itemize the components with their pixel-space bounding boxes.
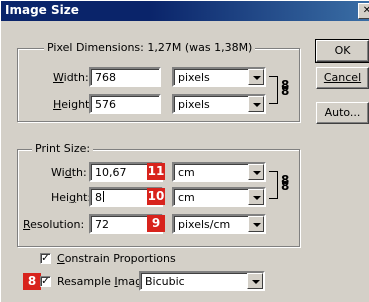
pixel-height-unit: pixels	[178, 98, 210, 111]
print-height-unit: cm	[178, 191, 195, 204]
chain-link-icon: 88	[281, 78, 290, 98]
chevron-down-icon[interactable]	[248, 96, 264, 112]
resolution-unit-select[interactable]: pixels/cm	[172, 214, 266, 234]
constrain-proportions-label: Constrain Proportions	[57, 252, 176, 265]
pixel-width-unit: pixels	[178, 71, 210, 84]
print-height-label: Height:	[51, 191, 92, 204]
close-icon: ✕	[362, 5, 369, 16]
dialog-title: Image Size	[5, 3, 79, 17]
pixel-width-input[interactable]: 768	[89, 67, 161, 87]
badge-10: 10	[147, 188, 165, 205]
pixel-dimensions-legend: Pixel Dimensions: 1,27M (was 1,38M)	[44, 41, 256, 54]
pixel-height-input[interactable]: 576	[89, 94, 161, 114]
print-height-value: 8	[95, 191, 102, 204]
print-height-unit-select[interactable]: cm	[172, 187, 266, 207]
resolution-unit: pixels/cm	[178, 218, 231, 231]
title-bar[interactable]: Image Size ✕	[1, 1, 369, 21]
pixel-height-unit-select[interactable]: pixels	[172, 94, 266, 114]
chevron-down-icon[interactable]	[248, 69, 264, 85]
resample-method: Bicubic	[145, 275, 185, 288]
auto-label: Auto...	[324, 106, 361, 119]
cancel-button[interactable]: Cancel	[316, 67, 369, 89]
chain-link-icon: 88	[281, 173, 290, 193]
chevron-down-icon[interactable]	[248, 164, 264, 180]
print-width-unit: cm	[178, 166, 195, 179]
auto-button[interactable]: Auto...	[316, 102, 369, 124]
badge-8: 8	[23, 273, 41, 290]
print-size-legend: Print Size:	[32, 142, 94, 155]
close-button[interactable]: ✕	[358, 3, 369, 19]
resample-method-select[interactable]: Bicubic	[139, 271, 265, 291]
text-cursor	[103, 191, 104, 202]
chevron-down-icon[interactable]	[247, 273, 263, 289]
print-width-label: Width:	[51, 166, 87, 179]
pixel-width-label: Width:	[53, 71, 89, 84]
pixel-width-unit-select[interactable]: pixels	[172, 67, 266, 87]
pixel-height-label: Height:	[53, 98, 94, 111]
ok-button[interactable]: OK	[315, 39, 369, 63]
badge-11: 11	[147, 163, 165, 180]
chevron-down-icon[interactable]	[248, 216, 264, 232]
print-link-bracket	[269, 171, 278, 199]
image-size-dialog: Image Size ✕ Pixel Dimensions: 1,27M (wa…	[0, 0, 369, 302]
chevron-down-icon[interactable]	[248, 189, 264, 205]
pixel-link-bracket	[269, 76, 278, 104]
print-width-unit-select[interactable]: cm	[172, 162, 266, 182]
resolution-label: Resolution:	[23, 218, 85, 231]
resample-image-checkbox[interactable]: ✓	[40, 276, 51, 287]
badge-9: 9	[147, 215, 165, 232]
cancel-label: Cancel	[323, 71, 362, 84]
constrain-proportions-checkbox[interactable]: ✓	[40, 253, 51, 264]
